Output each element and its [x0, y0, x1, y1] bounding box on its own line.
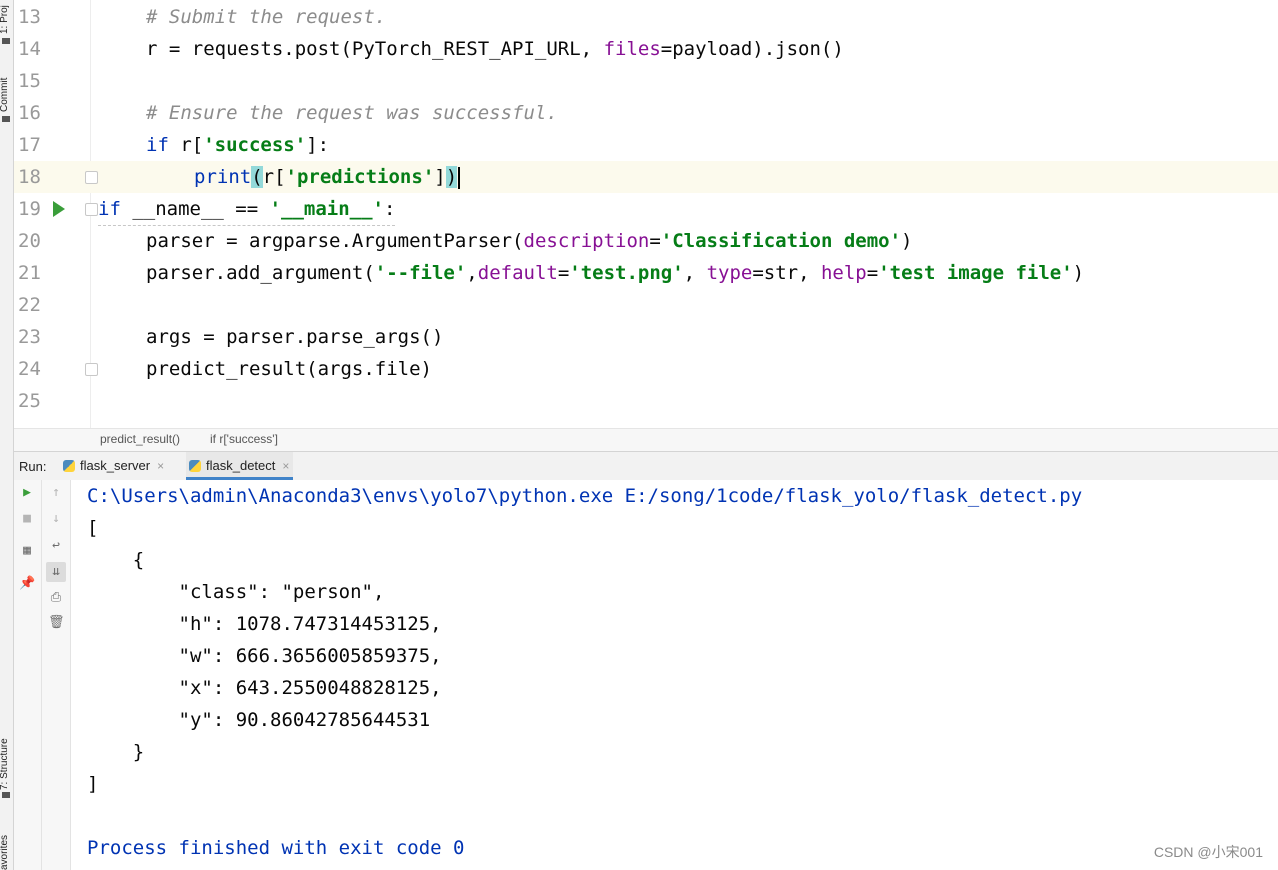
line-number: 23: [18, 326, 41, 348]
line-number: 19: [18, 198, 41, 220]
close-icon[interactable]: ×: [282, 452, 289, 480]
scroll-to-end-icon[interactable]: ⇊: [46, 562, 66, 582]
run-tab-flask-server[interactable]: flask_server ×: [60, 452, 168, 480]
line-number: 24: [18, 358, 41, 380]
code-line[interactable]: 14 r = requests.post(PyTorch_REST_API_UR…: [14, 33, 1278, 65]
line-number: 17: [18, 134, 41, 156]
trash-icon[interactable]: 🗑: [48, 615, 65, 631]
code-editor[interactable]: 13 # Submit the request. 14 r = requests…: [14, 0, 1278, 428]
fold-marker-icon[interactable]: [85, 171, 98, 184]
layout-icon[interactable]: ▦: [19, 543, 35, 559]
watermark: CSDN @小宋001: [1153, 844, 1263, 860]
breadcrumb-item-if[interactable]: if r['success']: [210, 432, 278, 446]
breadcrumb-item-function[interactable]: predict_result(): [100, 432, 180, 446]
line-number: 21: [18, 262, 41, 284]
console-line: "x": 643.2550048828125,: [87, 677, 442, 699]
code-line[interactable]: 21 parser.add_argument('--file',default=…: [14, 257, 1278, 289]
code-text[interactable]: # Submit the request.: [146, 1, 386, 33]
run-icon[interactable]: ▶: [19, 485, 35, 501]
console-line: "y": 90.86042785644531: [87, 709, 431, 731]
code-text[interactable]: parser = argparse.ArgumentParser(descrip…: [146, 225, 912, 257]
console-line: ]: [87, 773, 99, 795]
code-text[interactable]: r = requests.post(PyTorch_REST_API_URL, …: [146, 33, 844, 65]
code-text[interactable]: args = parser.parse_args(): [146, 321, 443, 353]
console-line: [: [87, 517, 99, 539]
line-number: 15: [18, 70, 41, 92]
code-line[interactable]: 13 # Submit the request.: [14, 1, 1278, 33]
close-icon[interactable]: ×: [157, 452, 164, 480]
commit-icon: [2, 116, 10, 122]
code-text[interactable]: predict_result(args.file): [146, 353, 432, 385]
tab-label: flask_server: [80, 458, 151, 473]
text-caret: [458, 166, 461, 189]
run-console[interactable]: ▶ ■ ▦ 📌 ↑ ↓ ↩ ⇊ ⎙ 🗑 C:\Users\admin\Anaco…: [14, 480, 1278, 870]
code-text[interactable]: print(r['predictions']): [194, 161, 461, 193]
code-line[interactable]: 17 if r['success']:: [14, 129, 1278, 161]
breadcrumb: predict_result() if r['success']: [14, 428, 1278, 451]
soft-wrap-icon[interactable]: ↩: [48, 538, 64, 554]
python-file-icon: [189, 460, 201, 472]
console-line: "h": 1078.747314453125,: [87, 613, 442, 635]
side-tab-structure[interactable]: 7: Structure: [0, 722, 10, 790]
console-line: "class": "person",: [87, 581, 385, 603]
left-tool-strip: 1: Proj Commit 7: Structure avorites: [0, 0, 14, 870]
run-actions-column: ▶ ■ ▦ 📌: [14, 480, 42, 870]
console-line: {: [87, 549, 145, 571]
code-line[interactable]: 22: [14, 289, 1278, 321]
code-text[interactable]: if __name__ == '__main__':: [98, 193, 396, 226]
code-line[interactable]: 19 if __name__ == '__main__':: [14, 193, 1278, 226]
code-text[interactable]: parser.add_argument('--file',default='te…: [146, 257, 1084, 289]
run-tab-flask-detect[interactable]: flask_detect ×: [186, 452, 294, 480]
line-number: 25: [18, 390, 41, 412]
code-line[interactable]: 16 # Ensure the request was successful.: [14, 97, 1278, 129]
console-line: "w": 666.3656005859375,: [87, 645, 442, 667]
side-tab-commit[interactable]: Commit: [0, 68, 10, 112]
pin-icon[interactable]: 📌: [19, 576, 35, 592]
run-toolbar: Run: flask_server × flask_detect ×: [14, 451, 1278, 481]
side-tab-project[interactable]: 1: Proj: [0, 0, 10, 34]
line-number: 22: [18, 294, 41, 316]
code-line[interactable]: 24 predict_result(args.file): [14, 353, 1278, 385]
print-icon[interactable]: ⎙: [48, 590, 64, 606]
structure-icon: [2, 792, 10, 798]
tab-label: flask_detect: [206, 458, 276, 473]
code-text[interactable]: # Ensure the request was successful.: [146, 97, 558, 129]
code-text[interactable]: if r['success']:: [146, 129, 329, 161]
python-file-icon: [63, 460, 75, 472]
console-actions-column: ↑ ↓ ↩ ⇊ ⎙ 🗑: [42, 480, 71, 870]
run-label: Run:: [19, 459, 47, 474]
code-line[interactable]: 25: [14, 385, 1278, 417]
stop-icon[interactable]: ■: [19, 511, 35, 527]
project-icon: [2, 38, 10, 44]
up-arrow-icon[interactable]: ↑: [48, 485, 64, 501]
line-number: 20: [18, 230, 41, 252]
line-number: 16: [18, 102, 41, 124]
down-arrow-icon[interactable]: ↓: [48, 511, 64, 527]
code-line[interactable]: 20 parser = argparse.ArgumentParser(desc…: [14, 225, 1278, 257]
line-number: 14: [18, 38, 41, 60]
fold-marker-icon[interactable]: [85, 203, 98, 216]
line-number: 18: [18, 166, 41, 188]
code-line-current[interactable]: 18 print(r['predictions']): [14, 161, 1278, 193]
console-line-command: C:\Users\admin\Anaconda3\envs\yolo7\pyth…: [87, 485, 1083, 507]
console-line-exit: Process finished with exit code 0: [87, 837, 465, 859]
code-line[interactable]: 15: [14, 65, 1278, 97]
code-line[interactable]: 23 args = parser.parse_args(): [14, 321, 1278, 353]
side-tab-favorites[interactable]: avorites: [0, 822, 10, 870]
line-number: 13: [18, 6, 41, 28]
fold-marker-icon[interactable]: [85, 363, 98, 376]
run-gutter-icon[interactable]: [53, 201, 65, 217]
console-line: }: [87, 741, 145, 763]
